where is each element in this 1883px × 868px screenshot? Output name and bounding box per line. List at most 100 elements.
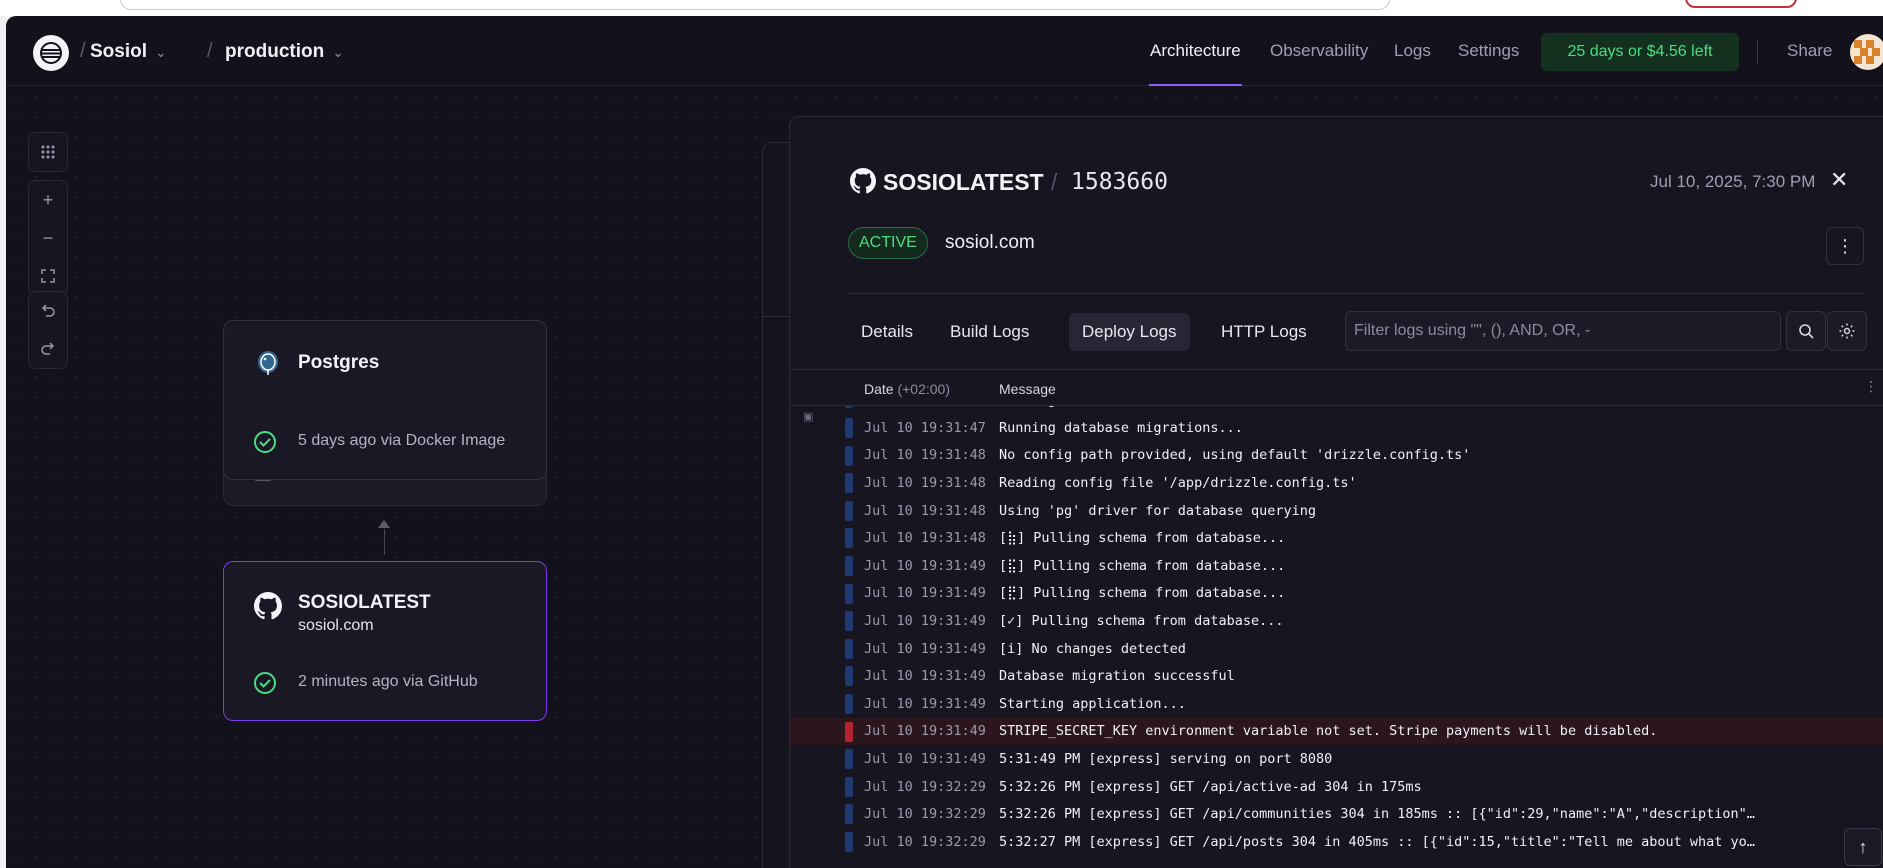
log-message: [⣯] Pulling schema from database... <box>999 557 1286 574</box>
undo-icon[interactable] <box>29 292 67 330</box>
log-timestamp: Jul 10 19:32:29 <box>864 778 986 795</box>
tab-details[interactable]: Details <box>848 313 926 351</box>
github-icon <box>254 592 282 620</box>
log-level-indicator <box>845 445 853 466</box>
browser-address-bar[interactable] <box>120 0 1390 10</box>
log-row[interactable]: Jul 10 19:31:48 Using 'pg' driver for dat… <box>790 497 1883 525</box>
environment-switcher[interactable]: production ⌄ <box>225 41 344 63</box>
deploy-log-table[interactable]: Jul 10 19:31:42Waiting for database conn… <box>790 369 1883 868</box>
redo-icon[interactable] <box>29 330 67 368</box>
close-icon[interactable]: ✕ <box>1830 167 1848 193</box>
github-icon <box>850 168 876 199</box>
log-row[interactable]: Jul 10 19:31:48 No config path provided, … <box>790 442 1883 470</box>
log-row[interactable]: Jul 10 19:31:47 Running database migratio… <box>790 414 1883 442</box>
deployment-date: Jul 10, 2025, 7:30 PM <box>1650 172 1816 191</box>
log-level-indicator <box>845 693 853 714</box>
log-row-error[interactable]: Jul 10 19:31:49 STRIPE_SECRET_KEY environ… <box>790 717 1883 746</box>
log-message: No config path provided, using default '… <box>999 447 1471 464</box>
nav-logs[interactable]: Logs <box>1394 41 1431 61</box>
nav-architecture[interactable]: Architecture <box>1150 41 1241 61</box>
zoom-out-icon[interactable]: − <box>29 219 67 257</box>
log-message: Running database migrations... <box>999 419 1243 436</box>
postgres-service-card[interactable]: Postgres 5 days ago via Docker Image <box>223 320 547 480</box>
log-rows: Jul 10 19:31:42Waiting for database conn… <box>790 400 1883 856</box>
search-icon[interactable] <box>1786 311 1826 351</box>
more-options-icon[interactable]: ⋮ <box>1826 227 1864 265</box>
service-name: SOSIOLATEST <box>298 592 431 613</box>
log-message: Using 'pg' driver for database querying <box>999 502 1316 519</box>
browser-profile-button[interactable] <box>1685 0 1797 8</box>
panel-service-title: SOSIOLATEST <box>883 169 1044 195</box>
log-timestamp: Jul 10 19:31:49 <box>864 695 986 712</box>
active-nav-underline <box>1149 84 1242 86</box>
collapse-icon[interactable]: ▣ <box>803 410 813 423</box>
log-timestamp: Jul 10 19:31:48 <box>864 474 986 491</box>
log-timestamp: Jul 10 19:31:49 <box>864 557 986 574</box>
log-level-indicator <box>845 555 853 576</box>
log-message: 5:31:49 PM [express] serving on port 808… <box>999 750 1333 767</box>
service-connection-line <box>384 529 385 555</box>
log-row[interactable]: Jul 10 19:31:49 [⣯] Pulling schema from d… <box>790 552 1883 580</box>
sosiolatest-service-card[interactable]: SOSIOLATEST sosiol.com 2 minutes ago via… <box>223 561 547 721</box>
log-message: [i] No changes detected <box>999 640 1186 657</box>
log-timestamp: Jul 10 19:31:47 <box>864 419 986 436</box>
log-level-indicator <box>845 831 853 852</box>
log-row[interactable]: Jul 10 19:31:48 Reading config file '/app… <box>790 469 1883 497</box>
deploy-status: 5 days ago via Docker Image <box>298 432 506 449</box>
grid-icon[interactable] <box>29 133 67 171</box>
nav-settings[interactable]: Settings <box>1458 41 1519 61</box>
log-row[interactable]: Jul 10 19:31:49 [⣟] Pulling schema from d… <box>790 580 1883 608</box>
project-switcher[interactable]: Sosiol ⌄ <box>90 41 167 63</box>
railway-logo-icon[interactable] <box>33 35 69 71</box>
column-menu-icon[interactable]: ⋮ <box>1864 378 1878 395</box>
fit-view-icon[interactable] <box>29 257 67 295</box>
log-message: [⣟] Pulling schema from database... <box>999 585 1286 602</box>
log-row[interactable]: Jul 10 19:31:49 Database migration succes… <box>790 662 1883 690</box>
gear-icon[interactable] <box>1827 311 1867 351</box>
trial-credits-badge[interactable]: 25 days or $4.56 left <box>1541 33 1739 71</box>
log-row[interactable]: Jul 10 19:31:49 5:31:49 PM [express] serv… <box>790 745 1883 773</box>
log-row[interactable]: Jul 10 19:32:29 5:32:26 PM [express] GET … <box>790 773 1883 801</box>
log-row[interactable]: Jul 10 19:32:29 5:32:26 PM [express] GET … <box>790 800 1883 828</box>
deploy-status: 2 minutes ago via GitHub <box>298 673 478 690</box>
zoom-in-icon[interactable]: + <box>29 181 67 219</box>
log-timestamp: Jul 10 19:32:29 <box>864 833 986 850</box>
log-message: Starting application... <box>999 695 1186 712</box>
log-timestamp: Jul 10 19:31:48 <box>864 447 986 464</box>
log-message: Reading config file '/app/drizzle.config… <box>999 474 1357 491</box>
status-badge: ACTIVE <box>848 227 928 259</box>
log-row[interactable]: Jul 10 19:31:49 [✓] Pulling schema from d… <box>790 607 1883 635</box>
log-message: STRIPE_SECRET_KEY environment variable n… <box>999 723 1658 740</box>
log-level-indicator <box>845 611 853 632</box>
log-timestamp: Jul 10 19:31:49 <box>864 640 986 657</box>
tab-build-logs[interactable]: Build Logs <box>937 313 1042 351</box>
scroll-to-top-icon[interactable]: ↑ <box>1844 828 1882 866</box>
check-circle-icon <box>253 430 281 458</box>
project-name: Sosiol <box>90 41 148 62</box>
top-header: / Sosiol ⌄ / production ⌄ Architecture O… <box>6 16 1883 86</box>
log-row[interactable]: Jul 10 19:31:49 [i] No changes detected <box>790 635 1883 663</box>
tab-http-logs[interactable]: HTTP Logs <box>1208 313 1320 351</box>
deployment-domain-link[interactable]: sosiol.com <box>945 232 1035 254</box>
log-row[interactable]: Jul 10 19:31:49 Starting application... <box>790 690 1883 718</box>
column-date: Date (+02:00) <box>864 381 951 397</box>
service-name: Postgres <box>298 352 380 373</box>
panel-divider <box>848 293 1864 294</box>
tab-deploy-logs[interactable]: Deploy Logs <box>1069 313 1190 351</box>
log-filter-input[interactable]: Filter logs using "", (), AND, OR, - <box>1345 311 1781 351</box>
log-level-indicator <box>845 749 853 770</box>
log-level-indicator <box>845 804 853 825</box>
log-timestamp: Jul 10 19:31:49 <box>864 612 986 629</box>
connection-arrow-icon <box>378 520 390 528</box>
log-row[interactable]: Jul 10 19:31:48 [⣷] Pulling schema from d… <box>790 524 1883 552</box>
log-timestamp: Jul 10 19:31:49 <box>864 585 986 602</box>
log-level-indicator <box>845 721 853 742</box>
log-level-indicator <box>845 776 853 797</box>
nav-observability[interactable]: Observability <box>1270 41 1368 61</box>
share-button[interactable]: Share <box>1787 41 1832 61</box>
log-message: [✓] Pulling schema from database... <box>999 612 1284 629</box>
log-table-header: Date (+02:00) Message ⋮ <box>790 370 1883 406</box>
log-row[interactable]: Jul 10 19:32:29 5:32:27 PM [express] GET … <box>790 828 1883 856</box>
breadcrumb-separator: / <box>207 40 213 62</box>
user-avatar[interactable] <box>1850 34 1883 70</box>
